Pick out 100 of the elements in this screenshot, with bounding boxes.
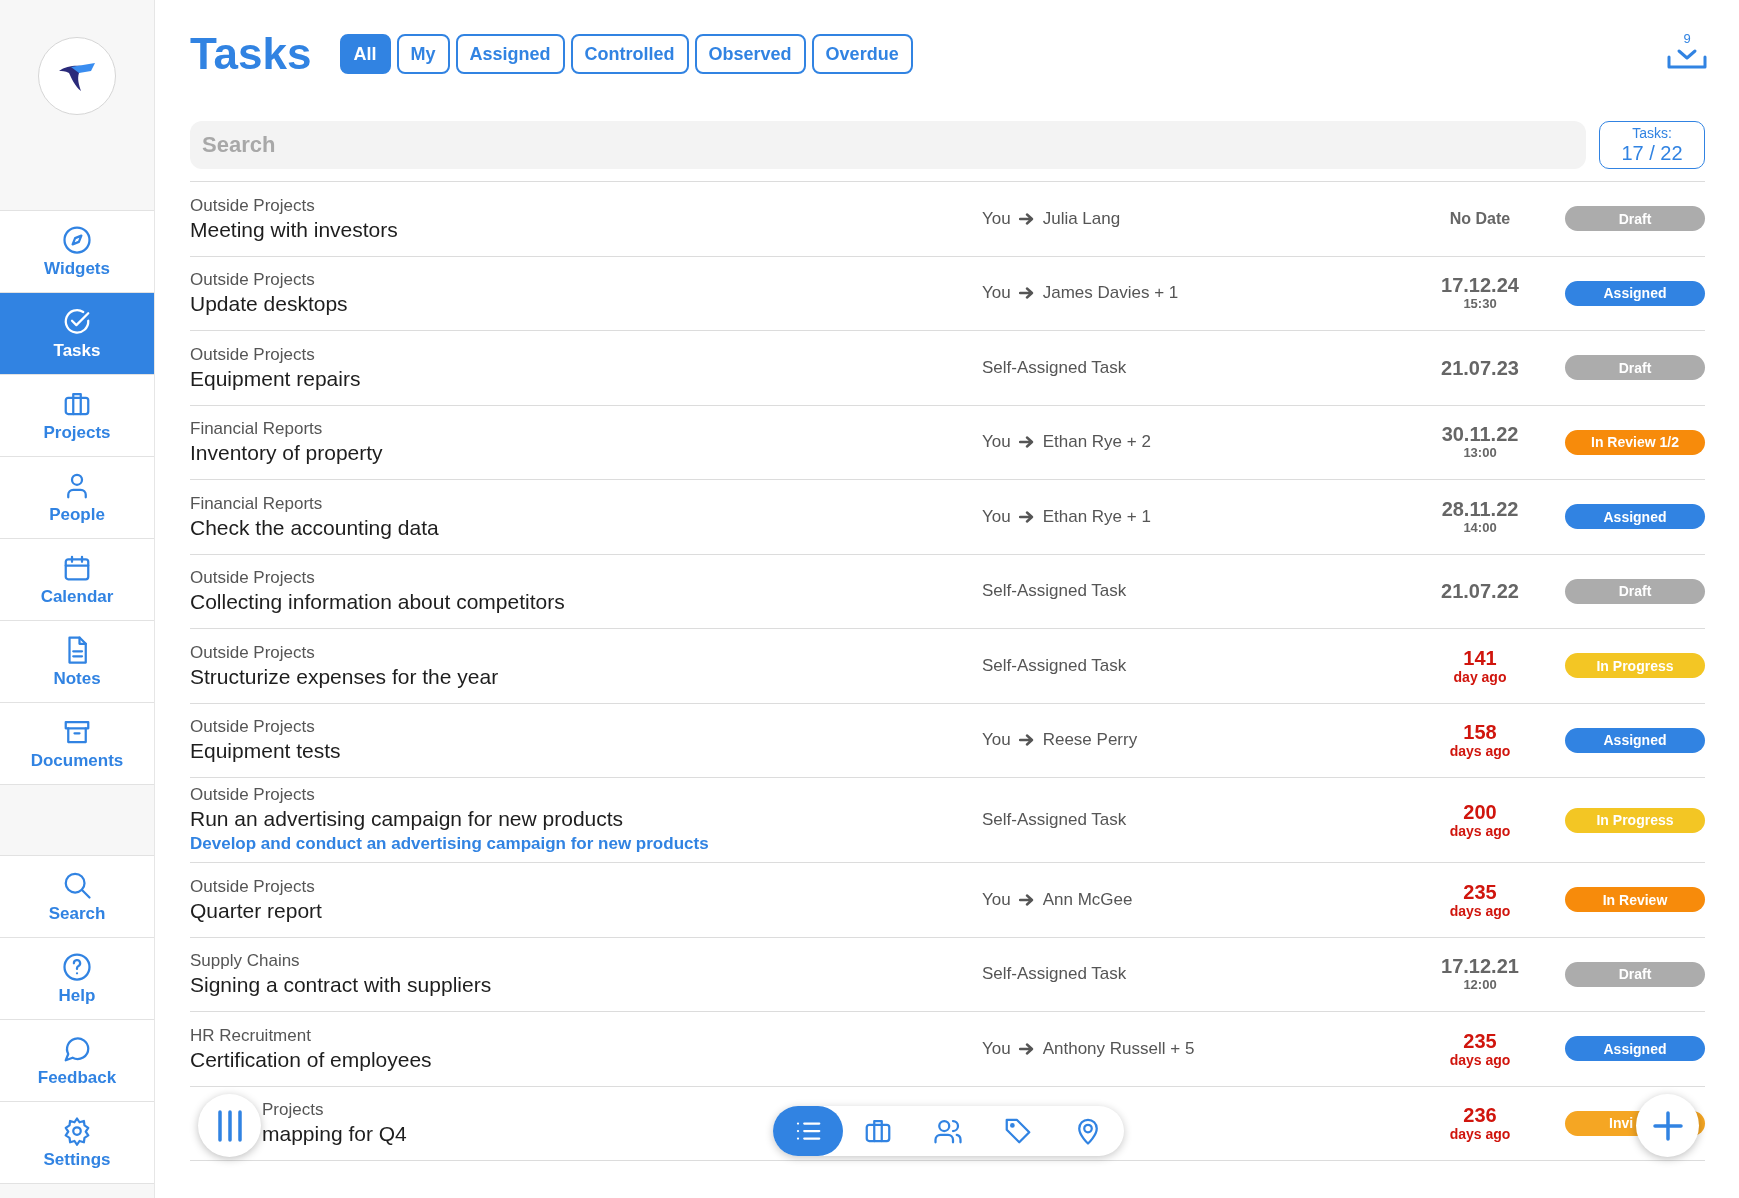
compass-icon <box>62 224 92 255</box>
nav-item[interactable]: People <box>0 457 154 539</box>
nav-item[interactable]: Tasks <box>0 293 154 375</box>
task-row[interactable]: Financial Reports Inventory of property You Ethan Rye + 2 30.11.22 13:00 In Review 1/2 <box>190 405 1705 480</box>
task-title[interactable]: Quarter report <box>190 897 322 924</box>
settings-icon <box>62 1115 92 1146</box>
task-category: Outside Projects <box>190 269 315 292</box>
status-badge: Draft <box>1565 206 1705 232</box>
menu-icon <box>215 1108 244 1143</box>
due-date: 21.07.23 <box>1441 356 1519 379</box>
assigner-name: You <box>982 208 1011 229</box>
task-title[interactable]: mapping for Q4 <box>262 1121 407 1148</box>
task-title[interactable]: Certification of employees <box>190 1046 432 1073</box>
status-badge: Assigned <box>1565 1036 1705 1062</box>
task-row[interactable]: Outside Projects Equipment repairs Self-Assigned Task 21.07.23 Draft <box>190 331 1705 406</box>
page-title: Tasks <box>190 29 312 79</box>
task-row[interactable]: Outside Projects Equipment tests You Reese Perry 158 days ago Assigned <box>190 703 1705 778</box>
nav-item[interactable]: Feedback <box>0 1020 154 1102</box>
arrow-icon <box>1018 1041 1035 1056</box>
due-date: 28.11.22 <box>1441 497 1519 520</box>
task-row[interactable]: Outside Projects Run an advertising campaign for new products Develop and conduct an advertising campaign for new products Self-Assigned Task 200 days ago In Progress <box>190 778 1705 863</box>
status-badge: In Review 1/2 <box>1565 429 1705 455</box>
assigner-name: You <box>982 730 1011 751</box>
nav-item[interactable]: Settings <box>0 1102 154 1184</box>
assignment-text: Self-Assigned Task <box>982 964 1127 985</box>
add-button[interactable] <box>1636 1094 1699 1157</box>
due-date: 21.07.22 <box>1441 580 1519 603</box>
status-badge: In Progress <box>1565 807 1705 833</box>
task-title[interactable]: Run an advertising campaign for new products <box>190 806 624 832</box>
task-title[interactable]: Meeting with investors <box>190 216 398 243</box>
arrow-icon <box>1018 509 1035 524</box>
assignee-name: Ann McGee <box>1042 889 1133 910</box>
filter-tab[interactable]: Controlled <box>570 34 689 74</box>
task-title[interactable]: Equipment tests <box>190 738 341 765</box>
assignment-text: Self-Assigned Task <box>982 357 1127 378</box>
nav-item[interactable]: Documents <box>0 703 154 785</box>
task-category: Financial Reports <box>190 418 323 441</box>
task-row[interactable]: Supply Chains Signing a contract with suppliers Self-Assigned Task 17.12.21 12:00 Draft <box>190 937 1705 1012</box>
status-badge: Draft <box>1565 355 1705 381</box>
task-category: HR Recruitment <box>190 1024 311 1047</box>
due-time: 14:00 <box>1463 519 1497 536</box>
assignee-name: Anthony Russell + 5 <box>1042 1038 1195 1059</box>
task-row[interactable]: Outside Projects Quarter report You Ann McGee 235 days ago In Review <box>190 863 1705 938</box>
status-badge: Assigned <box>1565 504 1705 530</box>
task-row[interactable]: Financial Reports Check the accounting data You Ethan Rye + 1 28.11.22 14:00 Assigned <box>190 480 1705 555</box>
task-title[interactable]: Equipment repairs <box>190 365 361 392</box>
due-time: days ago <box>1449 823 1511 839</box>
task-title[interactable]: Inventory of property <box>190 440 383 467</box>
nav-item[interactable]: Projects <box>0 375 154 457</box>
task-row[interactable]: Outside Projects Structurize expenses for the year Self-Assigned Task 141 day ago In Progress <box>190 629 1705 704</box>
task-counter[interactable]: Tasks: 17 / 22 <box>1599 120 1705 169</box>
menu-button[interactable] <box>198 1094 261 1157</box>
toolbar-button[interactable] <box>773 1106 843 1156</box>
task-row[interactable]: HR Recruitment Certification of employees You Anthony Russell + 5 235 days ago Assigned <box>190 1012 1705 1087</box>
status-badge: In Progress <box>1565 653 1705 679</box>
arrow-icon <box>1018 435 1035 450</box>
task-title[interactable]: Structurize expenses for the year <box>190 663 499 690</box>
nav-item[interactable]: Help <box>0 938 154 1020</box>
due-time: 15:30 <box>1463 296 1497 313</box>
status-badge: Draft <box>1565 578 1705 604</box>
assignee-name: James Davies + 1 <box>1042 283 1179 304</box>
task-description[interactable]: Develop and conduct an advertising campaign for new products <box>190 832 709 856</box>
nav-item[interactable]: Notes <box>0 621 154 703</box>
plus-icon <box>1651 1109 1684 1142</box>
nav-item[interactable]: Search <box>0 856 154 938</box>
task-title[interactable]: Update desktops <box>190 291 348 318</box>
due-time: 12:00 <box>1463 977 1497 994</box>
status-badge: Draft <box>1565 961 1705 987</box>
assignee-name: Julia Lang <box>1042 208 1121 229</box>
assigner-name: You <box>982 506 1011 527</box>
task-row[interactable]: Outside Projects Meeting with investors You Julia Lang No Date Draft <box>190 182 1705 257</box>
task-category: Outside Projects <box>190 784 315 806</box>
due-date: 235 <box>1463 880 1497 903</box>
download-button[interactable]: 9 <box>1667 33 1707 71</box>
task-category: Financial Reports <box>190 492 323 515</box>
task-title[interactable]: Collecting information about competitors <box>190 589 565 616</box>
due-date: 236 <box>1463 1104 1497 1127</box>
due-date: 235 <box>1463 1029 1497 1052</box>
due-date: 141 <box>1463 646 1497 669</box>
help-icon <box>62 951 92 982</box>
task-title[interactable]: Signing a contract with suppliers <box>190 972 492 999</box>
task-row[interactable]: Outside Projects Update desktops You James Davies + 1 17.12.24 15:30 Assigned <box>190 256 1705 331</box>
filter-tab[interactable]: Overdue <box>811 34 913 74</box>
task-title[interactable]: Check the accounting data <box>190 514 439 541</box>
due-date: 30.11.22 <box>1441 423 1519 446</box>
task-category: Outside Projects <box>190 641 315 664</box>
due-time: days ago <box>1449 902 1511 919</box>
filter-tab[interactable]: Observed <box>694 34 806 74</box>
filter-tab[interactable]: Assigned <box>455 34 565 74</box>
nav-item[interactable]: Calendar <box>0 539 154 621</box>
arrow-icon <box>1018 892 1035 907</box>
task-row[interactable]: Outside Projects Collecting information about competitors Self-Assigned Task 21.07.22 Draft <box>190 554 1705 629</box>
due-date: 200 <box>1463 801 1497 823</box>
search-field[interactable]: Search <box>190 120 1586 169</box>
task-category: Outside Projects <box>190 194 315 217</box>
filter-tab[interactable]: All <box>339 34 391 74</box>
assignee-name: Ethan Rye + 2 <box>1042 432 1151 453</box>
task-category: Supply Chains <box>190 950 300 973</box>
filter-tab[interactable]: My <box>396 34 450 74</box>
assigner-name: You <box>982 432 1011 453</box>
